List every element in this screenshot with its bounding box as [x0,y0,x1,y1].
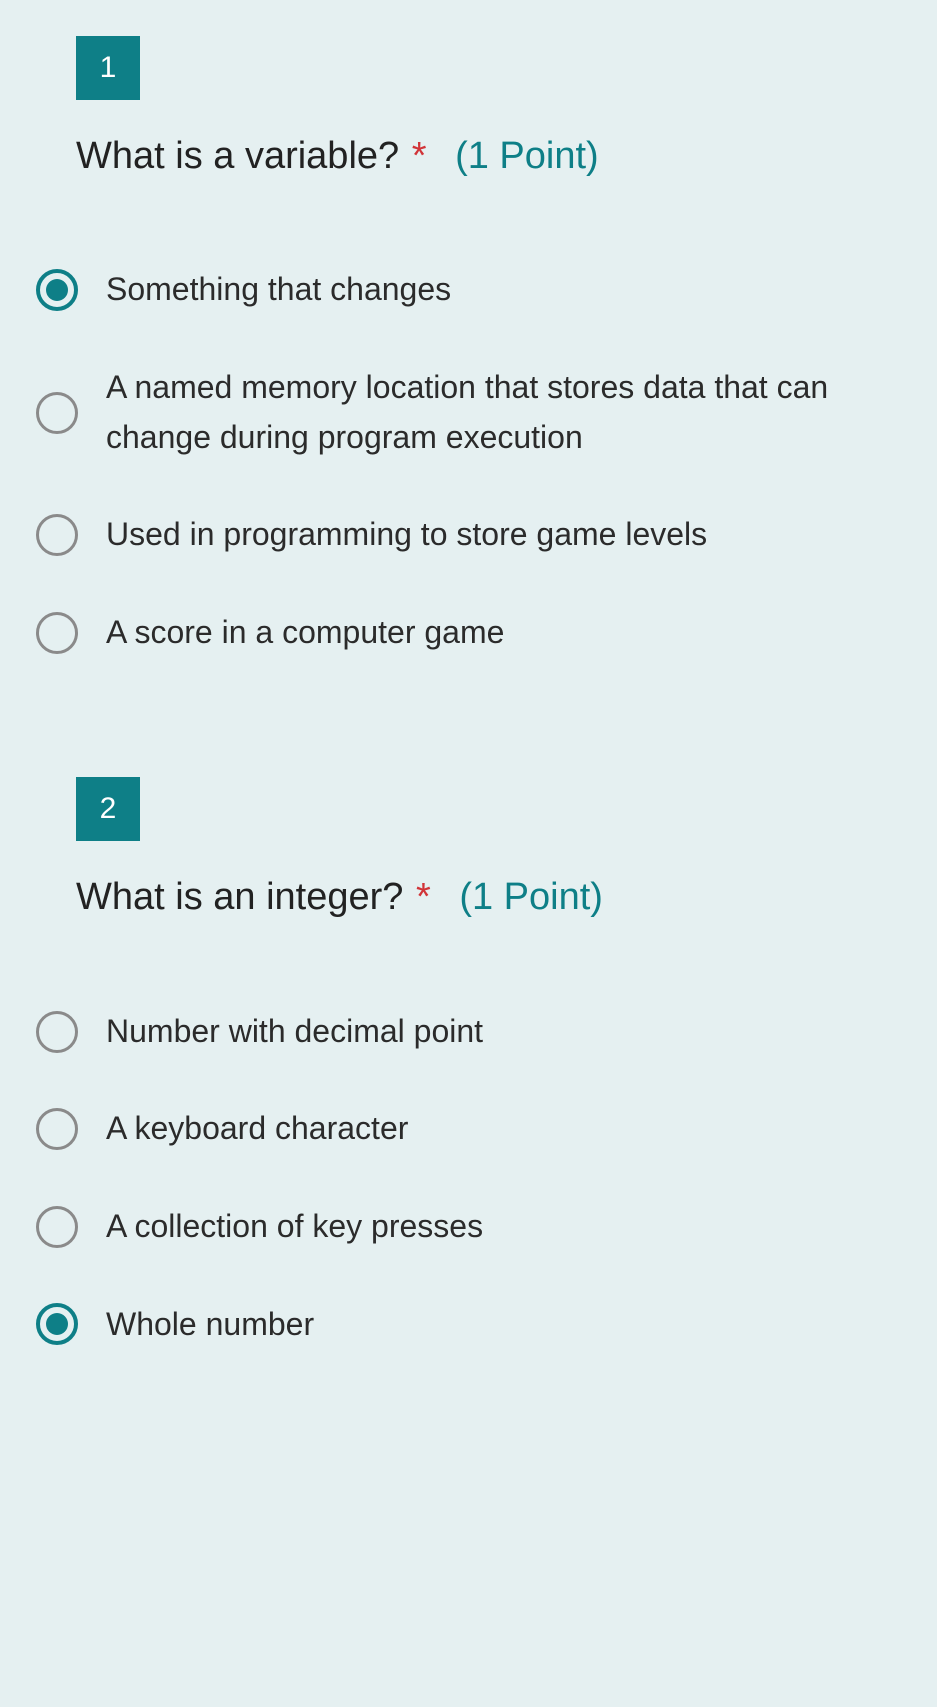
question-title-line: What is an integer? * (1 Point) [76,873,861,922]
points-label: (1 Point) [455,135,599,177]
question-header: 2 What is an integer? * (1 Point) [30,741,907,982]
quiz-page: 1 What is a variable? * (1 Point) Someth… [0,0,937,1453]
points-label: (1 Point) [459,876,603,918]
options-group: Number with decimal point A keyboard cha… [30,983,907,1373]
radio-option[interactable]: Number with decimal point [36,983,907,1081]
question-title: What is an integer? [76,876,403,918]
question-title-line: What is a variable? * (1 Point) [76,132,861,181]
option-label: A collection of key presses [106,1202,483,1252]
question-block: 2 What is an integer? * (1 Point) Number… [30,741,907,1373]
radio-option[interactable]: Used in programming to store game levels [36,486,907,584]
radio-option[interactable]: Whole number [36,1276,907,1374]
radio-option[interactable]: A named memory location that stores data… [36,339,907,486]
required-marker: * [416,876,431,918]
option-label: Used in programming to store game levels [106,510,707,560]
option-label: Whole number [106,1300,314,1350]
option-label: A keyboard character [106,1104,408,1154]
question-title: What is a variable? [76,135,399,177]
radio-icon [36,392,78,434]
radio-icon [36,514,78,556]
radio-icon [36,269,78,311]
question-block: 1 What is a variable? * (1 Point) Someth… [30,0,907,681]
radio-icon [36,612,78,654]
option-label: A named memory location that stores data… [106,363,846,462]
question-header: 1 What is a variable? * (1 Point) [30,0,907,241]
radio-option[interactable]: A score in a computer game [36,584,907,682]
radio-option[interactable]: Something that changes [36,241,907,339]
option-label: Something that changes [106,265,451,315]
radio-icon [36,1108,78,1150]
radio-icon [36,1011,78,1053]
required-marker: * [412,135,427,177]
radio-option[interactable]: A collection of key presses [36,1178,907,1276]
radio-option[interactable]: A keyboard character [36,1080,907,1178]
option-label: A score in a computer game [106,608,504,658]
radio-icon [36,1206,78,1248]
question-number-badge: 2 [76,777,140,841]
option-label: Number with decimal point [106,1007,483,1057]
question-number-badge: 1 [76,36,140,100]
options-group: Something that changes A named memory lo… [30,241,907,681]
radio-icon [36,1303,78,1345]
